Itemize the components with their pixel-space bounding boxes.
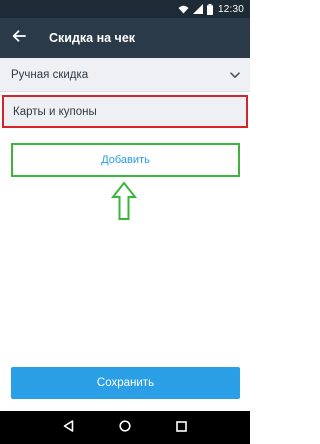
home-circle-icon [119, 419, 131, 437]
discount-mode-dropdown[interactable]: Ручная скидка [0, 58, 250, 92]
nav-back-button[interactable] [56, 416, 80, 440]
save-button[interactable]: Сохранить [11, 367, 240, 399]
wifi-icon [178, 5, 189, 14]
back-triangle-icon [63, 419, 74, 437]
system-nav-bar [0, 411, 250, 444]
status-bar: 12:30 [0, 0, 250, 18]
screen: 12:30 Скидка на чек Ручная скидка Карты … [0, 0, 250, 444]
nav-recents-button[interactable] [170, 416, 194, 440]
signal-icon [192, 4, 203, 14]
add-button[interactable]: Добавить [11, 143, 240, 177]
status-time: 12:30 [217, 3, 244, 15]
save-button-label: Сохранить [96, 377, 155, 389]
nav-home-button[interactable] [113, 416, 137, 440]
page-title: Скидка на чек [49, 31, 136, 45]
recents-square-icon [176, 419, 187, 437]
chevron-down-icon [230, 66, 240, 84]
arrow-up-icon [110, 181, 138, 221]
arrow-left-icon [12, 29, 26, 47]
battery-icon [206, 3, 213, 15]
discount-mode-label: Ручная скидка [11, 68, 89, 81]
add-button-label: Добавить [101, 154, 150, 166]
cards-and-coupons-label: Карты и купоны [13, 105, 97, 118]
cards-and-coupons-item[interactable]: Карты и купоны [2, 95, 248, 128]
back-button[interactable] [0, 18, 38, 58]
app-bar: Скидка на чек [0, 18, 250, 58]
